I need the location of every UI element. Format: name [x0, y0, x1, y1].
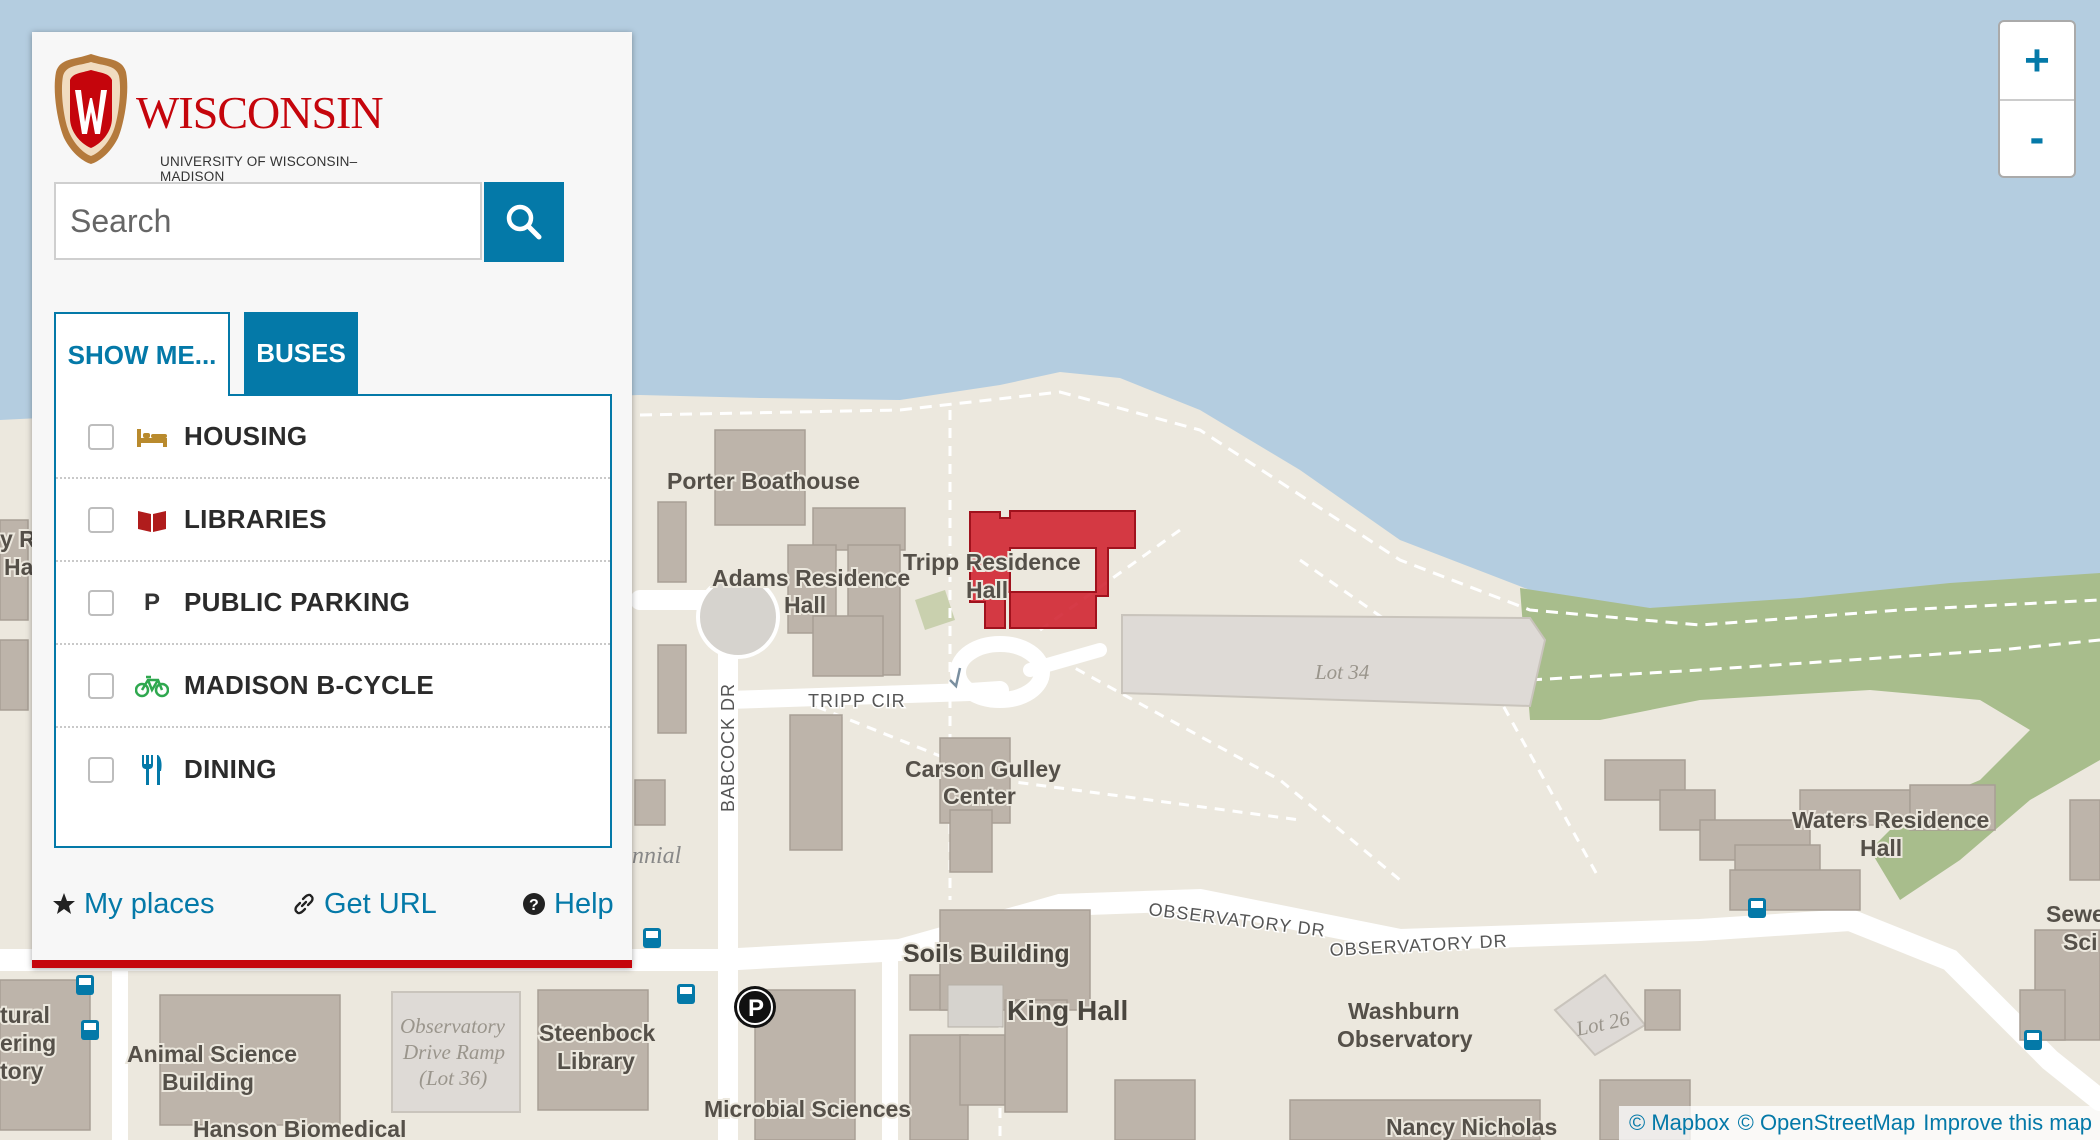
edge-label-1: y R: [0, 526, 36, 552]
adams-hall-label-2: Hall: [784, 592, 826, 618]
category-public-parking[interactable]: P PUBLIC PARKING: [56, 562, 610, 645]
soils-building-label: Soils Building: [903, 940, 1070, 968]
parking-marker-label: P: [748, 995, 764, 1022]
osm-link[interactable]: © OpenStreetMap: [1738, 1110, 1916, 1136]
bcycle-checkbox[interactable]: [88, 672, 114, 699]
get-url-link[interactable]: Get URL: [292, 884, 437, 924]
dining-checkbox[interactable]: [88, 756, 114, 783]
my-places-label: My places: [84, 887, 215, 920]
tab-buses[interactable]: BUSES: [244, 312, 358, 394]
bus-stop-icon: [2024, 1030, 2042, 1050]
housing-checkbox[interactable]: [88, 423, 114, 450]
porter-boathouse-label: Porter Boathouse: [667, 468, 860, 494]
link-icon: [292, 892, 316, 916]
search-icon: [506, 204, 542, 240]
search-button[interactable]: [484, 182, 564, 262]
search-input[interactable]: Search: [54, 182, 482, 260]
hanson-label: Hanson Biomedical: [193, 1116, 406, 1140]
map-attribution: © Mapbox © OpenStreetMap Improve this ma…: [1619, 1106, 2100, 1140]
category-dining[interactable]: DINING: [56, 728, 610, 811]
carson-gulley-label-2: Center: [943, 783, 1016, 809]
parking-icon: P: [143, 588, 160, 616]
edge-label-5: tory: [0, 1058, 44, 1084]
my-places-link[interactable]: My places: [52, 884, 215, 924]
bus-stop-icon: [643, 928, 661, 948]
improve-map-link[interactable]: Improve this map: [1923, 1110, 2092, 1136]
help-link[interactable]: ? Help: [522, 884, 614, 924]
tripp-hall-label-1: Tripp Residence: [903, 549, 1081, 575]
tripp-cir-label: TRIPP CIR: [808, 691, 906, 711]
animal-science-label-2: Building: [162, 1069, 254, 1095]
svg-text:?: ?: [529, 897, 539, 914]
babcock-dr-label: BABCOCK DR: [718, 683, 738, 812]
utensils-icon: [134, 754, 170, 786]
tab-show-me[interactable]: SHOW ME...: [54, 312, 230, 396]
help-icon: ?: [522, 892, 546, 916]
libraries-checkbox[interactable]: [88, 506, 114, 533]
centennial-label: nnial: [632, 843, 682, 869]
edge-label-4: ering: [0, 1030, 56, 1056]
brand-wordmark: WISCONSIN: [136, 87, 384, 138]
category-list: HOUSING LIBRARIES P PUBLIC PARKING MADIS…: [54, 394, 612, 848]
star-icon: [52, 892, 76, 916]
brand-subtitle: UNIVERSITY OF WISCONSIN–MADISON: [160, 154, 358, 184]
category-housing[interactable]: HOUSING: [56, 396, 610, 479]
adams-hall-label-1: Adams Residence: [712, 565, 910, 591]
king-hall-annex: [947, 984, 1004, 1028]
washburn-label-2: Observatory: [1337, 1026, 1473, 1052]
crest-icon: [54, 54, 128, 164]
parking-marker[interactable]: P: [734, 986, 776, 1028]
zoom-in-button[interactable]: +: [2000, 22, 2074, 101]
get-url-label: Get URL: [324, 887, 437, 920]
bus-stop-icon: [81, 1020, 99, 1040]
microbial-label: Microbial Sciences: [704, 1096, 911, 1122]
waters-hall-label-2: Hall: [1860, 835, 1902, 861]
mapbox-link[interactable]: © Mapbox: [1629, 1110, 1730, 1136]
sewell-label-1: Sewe: [2046, 901, 2100, 927]
bed-icon: [134, 425, 170, 449]
ramp-label-2: Drive Ramp: [402, 1040, 505, 1064]
tripp-hall-label-2: Hall: [966, 577, 1008, 603]
bicycle-icon: [134, 674, 170, 698]
sewell-label-2: Sci: [2063, 929, 2098, 955]
lot-34-label: Lot 34: [1314, 660, 1370, 684]
bus-stop-icon: [1748, 898, 1766, 918]
edge-label-3: tural: [0, 1002, 50, 1028]
carson-gulley-label-1: Carson Gulley: [905, 756, 1061, 782]
zoom-out-button[interactable]: -: [2000, 99, 2074, 176]
king-hall-label: King Hall: [1007, 995, 1128, 1026]
bus-stop-icon: [76, 975, 94, 995]
steenbock-label-2: Library: [557, 1048, 635, 1074]
book-icon: [134, 507, 170, 533]
parking-label: PUBLIC PARKING: [184, 587, 411, 617]
housing-label: HOUSING: [184, 421, 308, 451]
steenbock-label-1: Steenbock: [539, 1020, 656, 1046]
category-bcycle[interactable]: MADISON B-CYCLE: [56, 645, 610, 728]
help-label: Help: [554, 887, 614, 920]
panel-accent-bar: [32, 960, 632, 968]
parking-checkbox[interactable]: [88, 589, 114, 616]
edge-label-2: Ha: [4, 554, 34, 580]
libraries-label: LIBRARIES: [184, 504, 327, 534]
uw-logo[interactable]: WISCONSIN UNIVERSITY OF WISCONSIN–MADISO…: [54, 52, 394, 184]
ramp-label-3: (Lot 36): [419, 1066, 487, 1090]
waters-hall-label-1: Waters Residence: [1792, 807, 1989, 833]
category-libraries[interactable]: LIBRARIES: [56, 479, 610, 562]
zoom-control: + -: [1998, 20, 2076, 178]
ramp-label-1: Observatory: [400, 1014, 506, 1038]
nancy-nicholas-label: Nancy Nicholas: [1386, 1114, 1557, 1140]
dining-label: DINING: [184, 754, 277, 784]
bus-stop-icon: [677, 984, 695, 1004]
bcycle-label: MADISON B-CYCLE: [184, 670, 435, 700]
washburn-label-1: Washburn: [1348, 998, 1460, 1024]
animal-science-label-1: Animal Science: [127, 1041, 297, 1067]
side-panel: WISCONSIN UNIVERSITY OF WISCONSIN–MADISO…: [32, 32, 632, 968]
